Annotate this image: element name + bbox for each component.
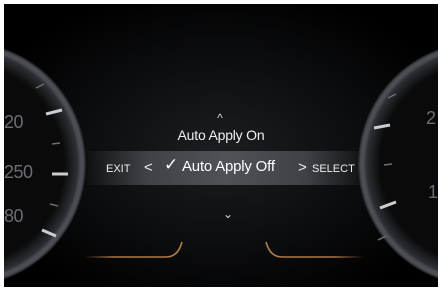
arrow-right-icon[interactable]: > <box>298 159 307 176</box>
exit-button[interactable]: EXIT <box>106 163 130 175</box>
chevron-up-icon[interactable]: ^ <box>210 112 230 124</box>
arrow-left-icon[interactable]: < <box>144 159 153 176</box>
settings-menu: ^ Auto Apply On EXIT < ✓ Auto Apply Off … <box>4 4 438 287</box>
menu-option-auto-apply-off[interactable]: Auto Apply Off <box>182 158 275 175</box>
select-button[interactable]: SELECT <box>312 163 355 175</box>
chevron-down-icon[interactable]: ⌄ <box>218 208 238 220</box>
cluster-display: 20 250 80 2 1 ^ Auto Apply On EXIT < ✓ A… <box>4 4 438 287</box>
check-icon: ✓ <box>164 155 179 174</box>
menu-option-auto-apply-on[interactable]: Auto Apply On <box>4 127 438 143</box>
